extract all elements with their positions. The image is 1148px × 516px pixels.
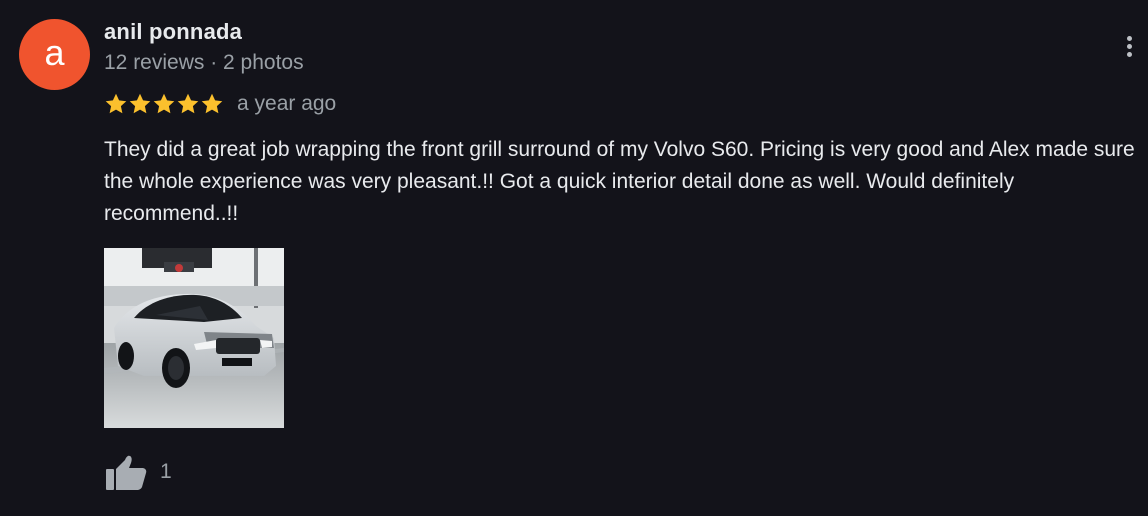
avatar[interactable]: a <box>19 19 90 90</box>
more-options-button[interactable] <box>1118 36 1140 64</box>
car-photo <box>104 248 284 428</box>
star-icon <box>201 93 223 114</box>
author-meta: 12 reviews · 2 photos <box>104 51 304 74</box>
author-name[interactable]: anil ponnada <box>104 19 242 45</box>
like-row: 1 <box>104 452 172 492</box>
review-photo[interactable] <box>104 248 284 428</box>
review-text: They did a great job wrapping the front … <box>104 138 1135 225</box>
star-icon <box>129 93 151 114</box>
rating-row: a year ago <box>104 89 336 119</box>
more-vert-icon <box>1118 36 1140 57</box>
thumbs-up-icon[interactable] <box>104 452 148 492</box>
star-icon <box>153 93 175 114</box>
star-icon <box>105 93 127 114</box>
star-icon <box>177 93 199 114</box>
review-time: a year ago <box>237 92 337 115</box>
star-rating <box>104 92 224 116</box>
like-count: 1 <box>160 460 172 483</box>
review-card: a anil ponnada 12 reviews · 2 photos a y… <box>0 0 1148 516</box>
